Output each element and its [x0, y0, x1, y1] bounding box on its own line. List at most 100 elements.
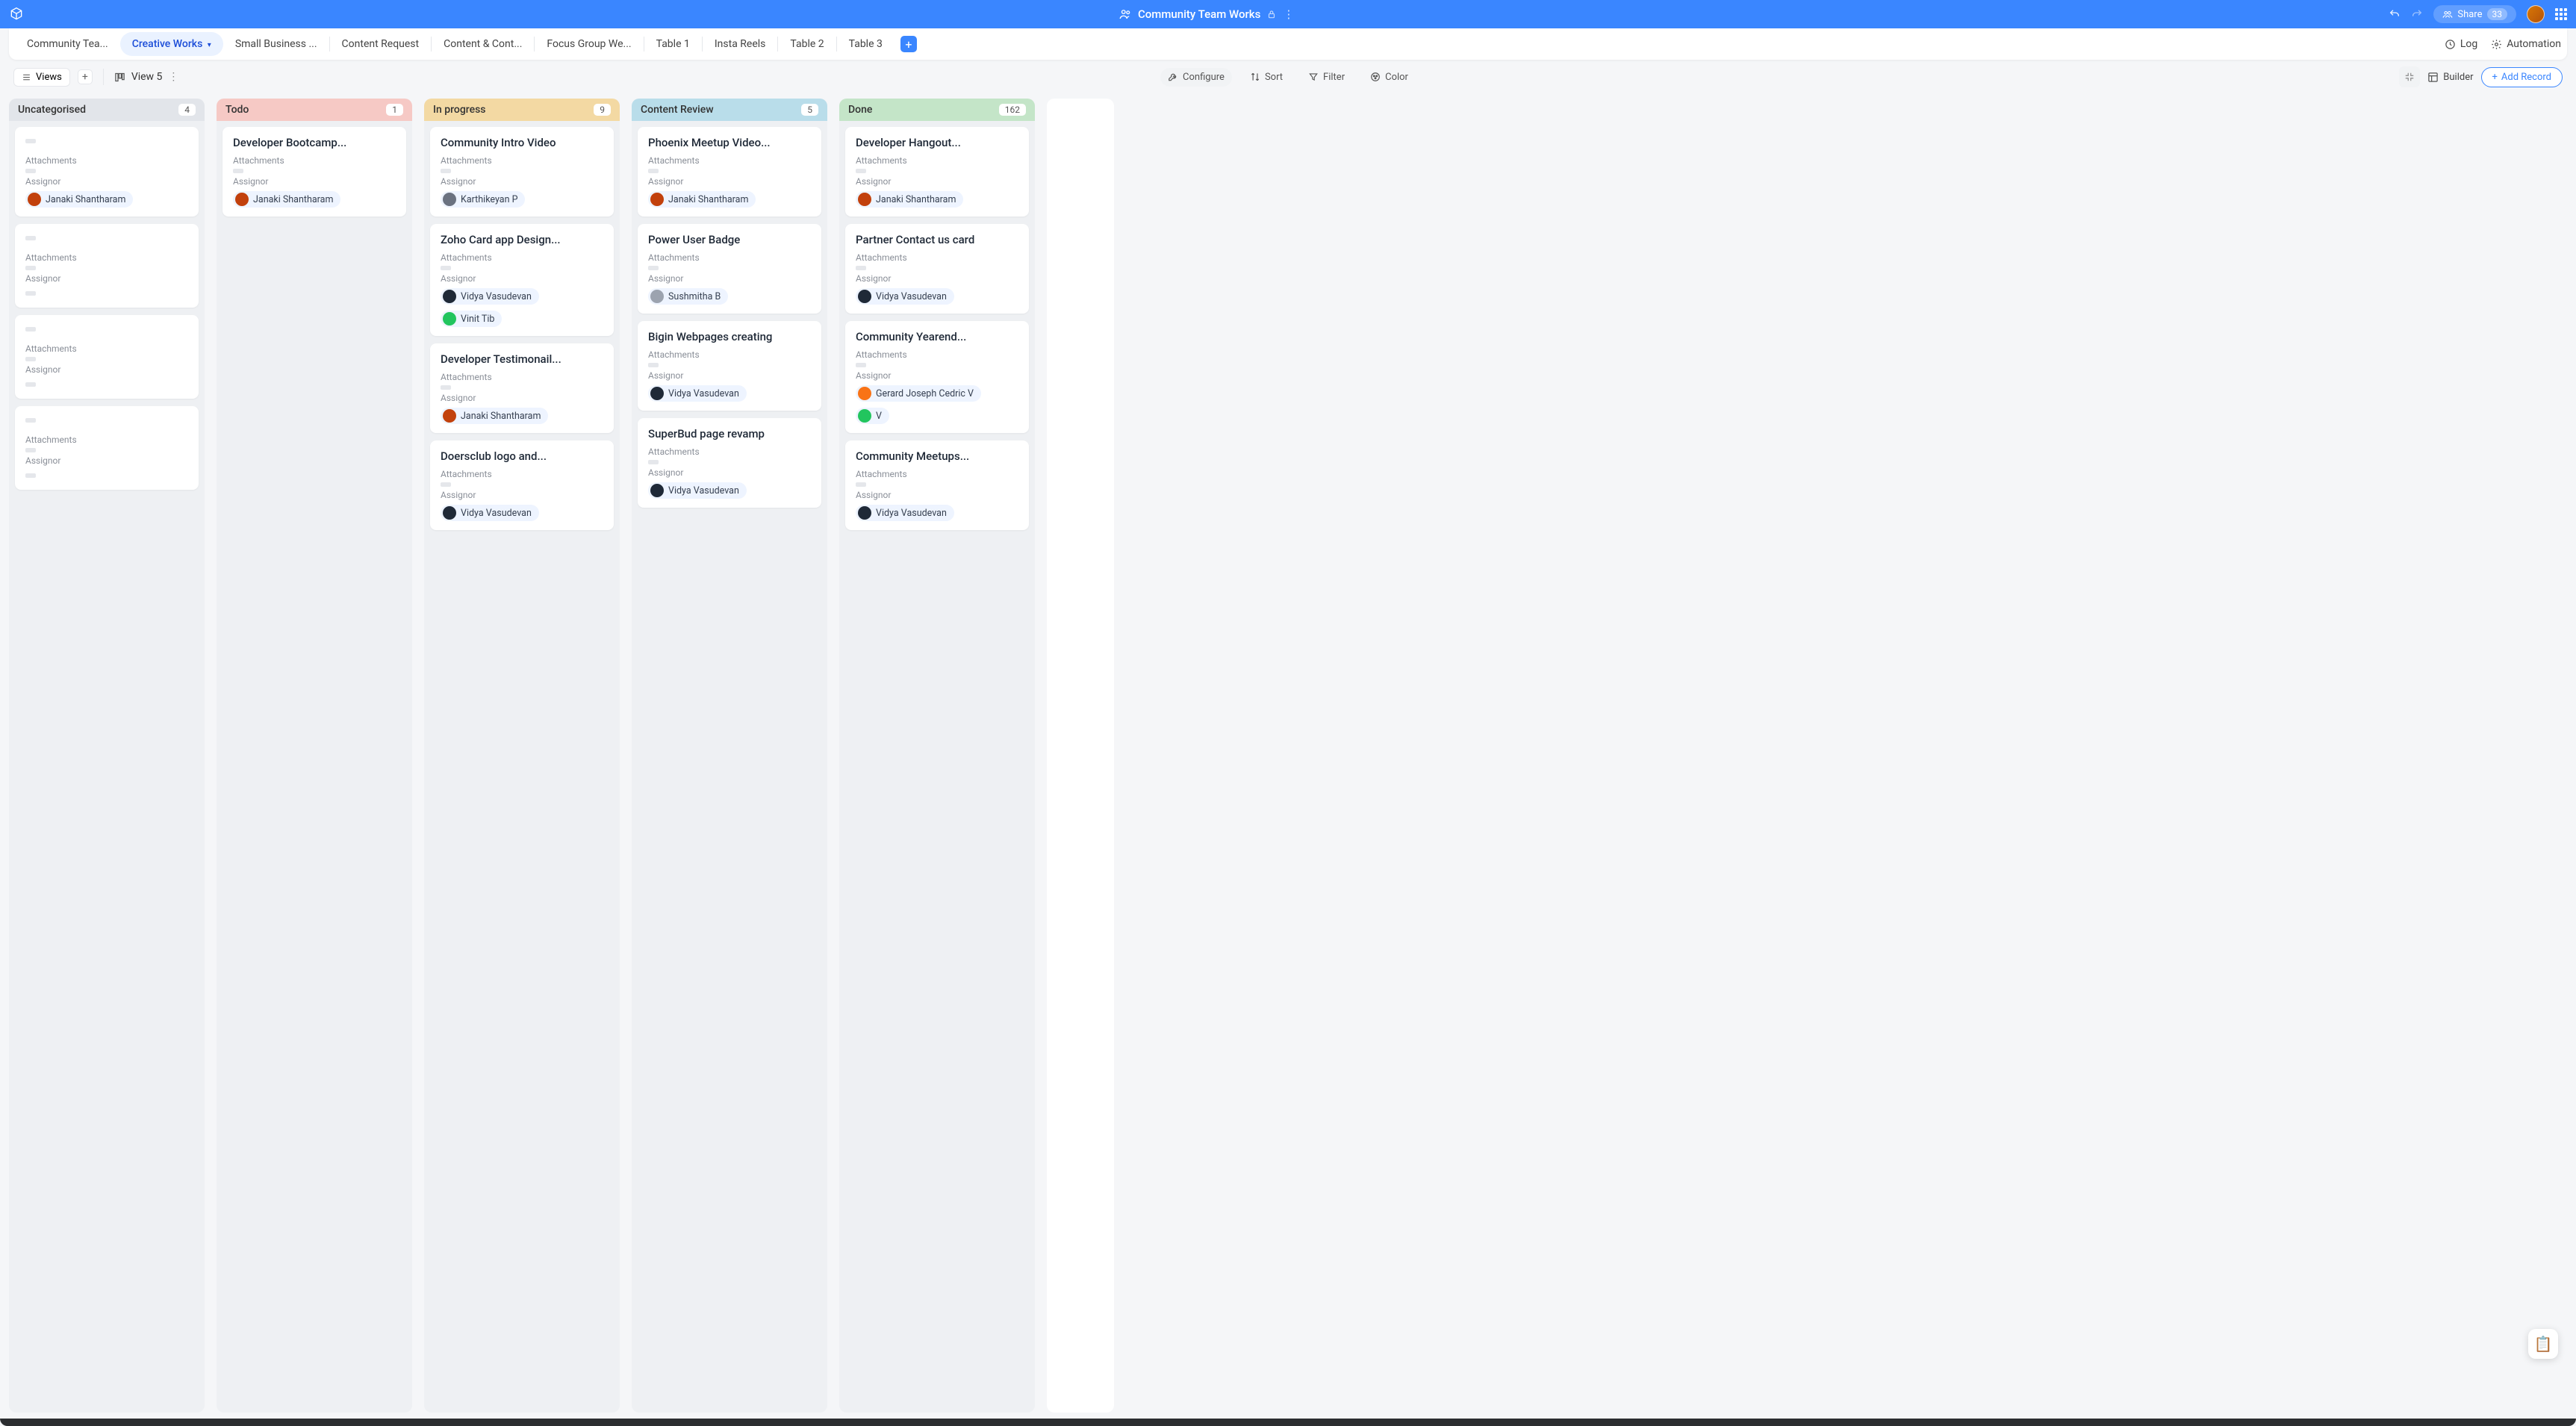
card[interactable]: Zoho Card app Design...AttachmentsAssign…	[430, 224, 614, 336]
user-avatar[interactable]	[2527, 5, 2545, 23]
configure-label: Configure	[1183, 72, 1225, 83]
attachments-label: Attachments	[441, 469, 603, 479]
column-done: Done162Developer Hangout...AttachmentsAs…	[839, 99, 1035, 1413]
card[interactable]: AttachmentsAssignor	[15, 224, 199, 308]
collapse-icon[interactable]	[2399, 66, 2420, 87]
card[interactable]: AttachmentsAssignor	[15, 406, 199, 490]
sort-button[interactable]: Sort	[1242, 68, 1290, 87]
tab-1[interactable]: Creative Works ▾	[120, 32, 223, 56]
assignor-label: Assignor	[25, 176, 188, 187]
current-view[interactable]: View 5 ⋮	[114, 71, 179, 83]
card[interactable]: Developer Hangout...AttachmentsAssignorJ…	[845, 127, 1029, 217]
attachment-placeholder	[648, 169, 659, 173]
card[interactable]: AttachmentsAssignorJanaki Shantharam	[15, 127, 199, 217]
assignee-chip[interactable]: Janaki Shantharam	[648, 191, 756, 208]
assignee-chip[interactable]: Vidya Vasudevan	[856, 288, 954, 305]
card[interactable]: Developer Bootcamp...AttachmentsAssignor…	[223, 127, 406, 217]
column-header[interactable]: Uncategorised4	[9, 99, 205, 121]
assignee-chip[interactable]: Janaki Shantharam	[441, 408, 548, 424]
card-title	[25, 233, 188, 248]
assignee-chip[interactable]: Vidya Vasudevan	[441, 505, 539, 521]
column-header[interactable]: Content Review5	[632, 99, 827, 121]
kanban-icon	[114, 72, 125, 83]
more-icon[interactable]: ⋮	[1283, 7, 1294, 21]
log-label: Log	[2460, 38, 2477, 50]
tab-5[interactable]: Focus Group We...	[535, 32, 643, 56]
undo-icon[interactable]	[2389, 8, 2401, 20]
add-record-button[interactable]: + Add Record	[2481, 67, 2563, 87]
card[interactable]: Bigin Webpages creatingAttachmentsAssign…	[638, 321, 821, 411]
column-name: Todo	[225, 104, 249, 116]
assignees	[25, 288, 188, 299]
empty-column[interactable]	[1047, 99, 1114, 1413]
assignee-chip[interactable]: Janaki Shantharam	[25, 191, 133, 208]
card[interactable]: Community Meetups...AttachmentsAssignorV…	[845, 440, 1029, 530]
app-logo-icon[interactable]	[9, 7, 24, 22]
tab-7[interactable]: Insta Reels	[703, 32, 778, 56]
assignee-chip[interactable]: Vinit Tib	[441, 311, 502, 327]
card[interactable]: Power User BadgeAttachmentsAssignorSushm…	[638, 224, 821, 314]
card[interactable]: Community Yearend...AttachmentsAssignorG…	[845, 321, 1029, 433]
card[interactable]: Doersclub logo and...AttachmentsAssignor…	[430, 440, 614, 530]
tab-2[interactable]: Small Business ...	[223, 32, 329, 56]
notes-float-button[interactable]: 📋	[2528, 1329, 2558, 1359]
filter-button[interactable]: Filter	[1301, 68, 1352, 87]
card-title: Power User Badge	[648, 233, 811, 248]
tab-3[interactable]: Content Request	[330, 32, 432, 56]
attachments-label: Attachments	[856, 252, 1018, 263]
configure-button[interactable]: Configure	[1160, 68, 1232, 87]
avatar-icon	[650, 290, 664, 303]
column-header[interactable]: Todo1	[217, 99, 412, 121]
tab-0[interactable]: Community Tea...	[15, 32, 120, 56]
avatar-icon	[650, 387, 664, 400]
tab-9[interactable]: Table 3	[837, 32, 895, 56]
automation-button[interactable]: Automation	[2491, 38, 2561, 50]
assignee-name: V	[876, 411, 882, 422]
assignee-chip[interactable]: Gerard Joseph Cedric V	[856, 385, 981, 402]
card[interactable]: AttachmentsAssignor	[15, 315, 199, 399]
apps-grid-icon[interactable]	[2555, 8, 2567, 20]
card-title: Phoenix Meetup Video...	[648, 136, 811, 151]
column-header[interactable]: In progress9	[424, 99, 620, 121]
tab-4[interactable]: Content & Cont...	[432, 32, 534, 56]
assignee-chip[interactable]: Janaki Shantharam	[856, 191, 963, 208]
assignee-chip[interactable]: Vidya Vasudevan	[648, 385, 747, 402]
assignee-chip[interactable]: Vidya Vasudevan	[856, 505, 954, 521]
color-button[interactable]: Color	[1363, 68, 1416, 87]
tab-6[interactable]: Table 1	[644, 32, 702, 56]
card-title: Developer Hangout...	[856, 136, 1018, 151]
log-button[interactable]: Log	[2445, 38, 2477, 50]
assignee-chip[interactable]: Karthikeyan P	[441, 191, 525, 208]
column-header[interactable]: Done162	[839, 99, 1035, 121]
card[interactable]: Phoenix Meetup Video...AttachmentsAssign…	[638, 127, 821, 217]
views-button[interactable]: Views	[13, 68, 70, 87]
column-name: Content Review	[641, 104, 714, 116]
card[interactable]: Developer Testimonail...AttachmentsAssig…	[430, 343, 614, 433]
people-icon	[1119, 7, 1132, 21]
assignee-chip[interactable]: V	[856, 408, 889, 424]
card[interactable]: SuperBud page revampAttachmentsAssignorV…	[638, 418, 821, 508]
assignee-name: Vidya Vasudevan	[876, 291, 947, 302]
tab-8[interactable]: Table 2	[778, 32, 836, 56]
share-button[interactable]: Share 33	[2433, 5, 2516, 23]
assignee-chip[interactable]: Vidya Vasudevan	[648, 482, 747, 499]
assignor-label: Assignor	[856, 273, 1018, 284]
attachments-label: Attachments	[25, 435, 188, 445]
more-icon[interactable]: ⋮	[168, 71, 178, 83]
assignees: Gerard Joseph Cedric V V	[856, 385, 1018, 424]
assignor-label: Assignor	[25, 273, 188, 284]
add-view-button[interactable]: +	[78, 69, 93, 84]
assignees: Karthikeyan P	[441, 191, 603, 208]
redo-icon[interactable]	[2411, 8, 2423, 20]
assignee-chip[interactable]: Vidya Vasudevan	[441, 288, 539, 305]
card[interactable]: Community Intro VideoAttachmentsAssignor…	[430, 127, 614, 217]
add-tab-button[interactable]: +	[900, 36, 917, 52]
filter-icon	[1308, 72, 1319, 82]
assignee-chip[interactable]: Sushmitha B	[648, 288, 728, 305]
builder-button[interactable]: Builder	[2427, 72, 2473, 83]
assignee-chip[interactable]: Janaki Shantharam	[233, 191, 340, 208]
workspace-title[interactable]: Community Team Works	[1138, 7, 1260, 21]
avatar-icon	[858, 506, 871, 520]
column-name: Done	[848, 104, 872, 116]
card[interactable]: Partner Contact us cardAttachmentsAssign…	[845, 224, 1029, 314]
